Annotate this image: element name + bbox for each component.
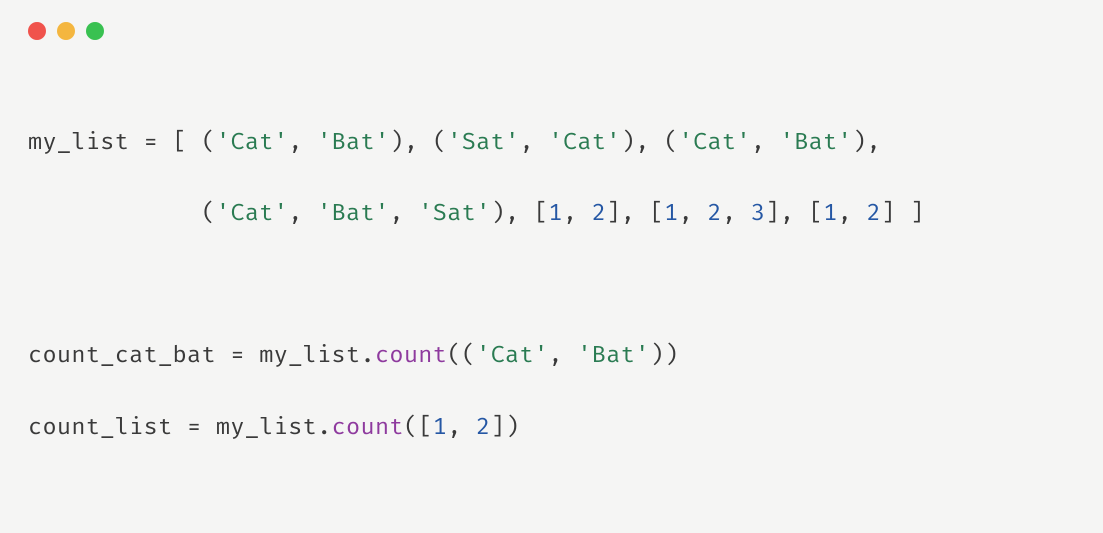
code-window: my_list = [ ('Cat', 'Bat'), ('Sat', 'Cat… [0, 0, 1103, 533]
paren: ), ( [389, 129, 447, 157]
paren: ([ [404, 414, 433, 442]
variable-name: count_cat_bat [28, 342, 216, 370]
comma: , [288, 200, 317, 228]
code-line: count_cat_bat = my_list.count(('Cat', 'B… [28, 339, 1079, 375]
bracket: ], [ [606, 200, 664, 228]
number-literal: 2 [476, 414, 490, 442]
number-literal: 3 [751, 200, 765, 228]
code-line-blank [28, 268, 1079, 304]
string-literal: 'Cat' [216, 129, 288, 157]
bracket: [ ( [173, 129, 216, 157]
operator: = [173, 414, 216, 442]
variable-name: count_list [28, 414, 173, 442]
string-literal: 'Sat' [418, 200, 490, 228]
code-line-blank [28, 482, 1079, 518]
paren: ), ( [621, 129, 679, 157]
string-literal: 'Bat' [577, 342, 649, 370]
number-literal: 1 [433, 414, 447, 442]
method-name: count [332, 414, 404, 442]
variable-name: my_list [28, 129, 129, 157]
code-line: my_list = [ ('Cat', 'Bat'), ('Sat', 'Cat… [28, 126, 1079, 162]
comma: , [548, 342, 577, 370]
paren: )) [650, 342, 679, 370]
comma: , [447, 414, 476, 442]
string-literal: 'Cat' [548, 129, 620, 157]
operator: = [216, 342, 259, 370]
string-literal: 'Cat' [679, 129, 751, 157]
comma: , [520, 129, 549, 157]
code-block: my_list = [ ('Cat', 'Bat'), ('Sat', 'Cat… [0, 50, 1103, 533]
comma: , [751, 129, 780, 157]
method-name: count [375, 342, 447, 370]
minimize-icon[interactable] [57, 22, 75, 40]
object-name: my_list [259, 342, 360, 370]
indent: ( [28, 200, 216, 228]
operator: = [129, 129, 172, 157]
number-literal: 1 [548, 200, 562, 228]
dot: . [317, 414, 331, 442]
object-name: my_list [216, 414, 317, 442]
code-line: ('Cat', 'Bat', 'Sat'), [1, 2], [1, 2, 3]… [28, 197, 1079, 233]
comma: , [679, 200, 708, 228]
string-literal: 'Cat' [216, 200, 288, 228]
number-literal: 2 [708, 200, 722, 228]
number-literal: 2 [867, 200, 881, 228]
paren: ), [ [491, 200, 549, 228]
number-literal: 2 [592, 200, 606, 228]
string-literal: 'Cat' [476, 342, 548, 370]
number-literal: 1 [823, 200, 837, 228]
paren: ]) [491, 414, 520, 442]
paren: (( [447, 342, 476, 370]
code-line: count_list = my_list.count([1, 2]) [28, 411, 1079, 447]
comma: , [722, 200, 751, 228]
comma: , [389, 200, 418, 228]
close-icon[interactable] [28, 22, 46, 40]
string-literal: 'Bat' [317, 129, 389, 157]
string-literal: 'Sat' [447, 129, 519, 157]
bracket: ], [ [765, 200, 823, 228]
comma: , [288, 129, 317, 157]
number-literal: 1 [664, 200, 678, 228]
window-titlebar [0, 0, 1103, 50]
string-literal: 'Bat' [780, 129, 852, 157]
comma: , [838, 200, 867, 228]
maximize-icon[interactable] [86, 22, 104, 40]
dot: . [360, 342, 374, 370]
bracket: ] ] [881, 200, 924, 228]
paren: ), [852, 129, 881, 157]
string-literal: 'Bat' [317, 200, 389, 228]
comma: , [563, 200, 592, 228]
